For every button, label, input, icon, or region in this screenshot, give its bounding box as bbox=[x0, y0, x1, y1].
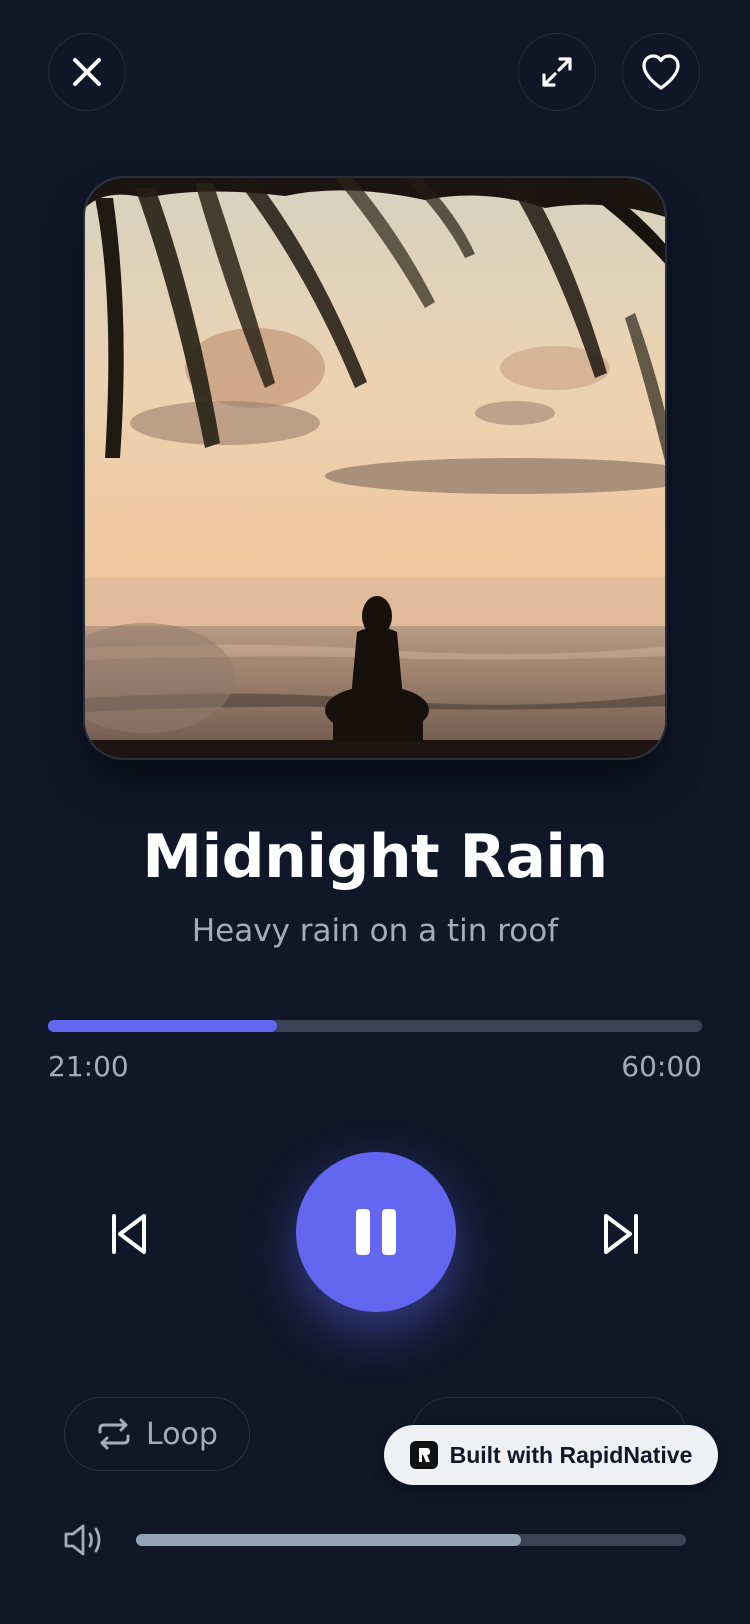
badge-label: Built with RapidNative bbox=[449, 1441, 693, 1468]
expand-icon bbox=[542, 57, 572, 87]
next-button[interactable] bbox=[590, 1202, 654, 1266]
pause-icon bbox=[356, 1209, 396, 1255]
pause-button[interactable] bbox=[296, 1152, 456, 1312]
volume-fill bbox=[136, 1534, 521, 1546]
built-with-badge[interactable]: Built with RapidNative bbox=[384, 1425, 718, 1485]
heart-icon bbox=[642, 54, 680, 90]
favorite-button[interactable] bbox=[622, 33, 700, 111]
progress-fill bbox=[48, 1020, 277, 1032]
skip-next-icon bbox=[604, 1214, 638, 1254]
total-time: 60:00 bbox=[621, 1050, 702, 1083]
loop-button[interactable]: Loop bbox=[64, 1397, 250, 1471]
close-button[interactable] bbox=[48, 33, 126, 111]
rapidnative-logo-icon bbox=[409, 1441, 438, 1469]
repeat-icon bbox=[98, 1418, 130, 1450]
loop-label: Loop bbox=[146, 1416, 218, 1452]
fullscreen-button[interactable] bbox=[518, 33, 596, 111]
volume-slider[interactable] bbox=[136, 1534, 686, 1546]
progress-slider[interactable] bbox=[48, 1020, 702, 1032]
volume-icon bbox=[64, 1524, 101, 1556]
skip-previous-icon bbox=[112, 1214, 146, 1254]
album-artwork bbox=[83, 176, 667, 760]
volume-button[interactable] bbox=[62, 1518, 106, 1562]
close-icon bbox=[73, 58, 101, 86]
previous-button[interactable] bbox=[96, 1202, 160, 1266]
track-title: Midnight Rain bbox=[142, 822, 608, 892]
current-time: 21:00 bbox=[48, 1050, 129, 1083]
track-subtitle: Heavy rain on a tin roof bbox=[191, 913, 559, 949]
